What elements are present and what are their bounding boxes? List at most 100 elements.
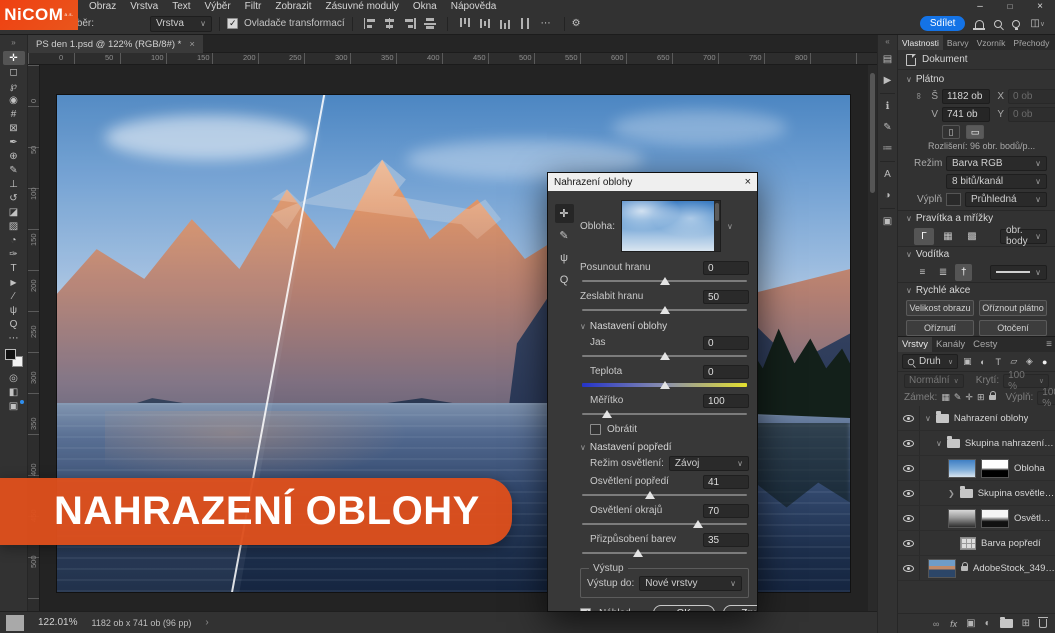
brush-settings-icon[interactable]: ✎ bbox=[879, 119, 896, 136]
slider-thumb[interactable] bbox=[693, 520, 703, 528]
layer-mask-thumbnail[interactable] bbox=[981, 509, 1009, 528]
brush-tool[interactable]: ✎ bbox=[3, 163, 25, 177]
scale-slider[interactable] bbox=[582, 408, 747, 420]
link-layers-icon[interactable]: ∞ bbox=[931, 619, 941, 629]
layer-mask-thumbnail[interactable] bbox=[981, 459, 1009, 478]
lock-pixels-icon[interactable]: ✎ bbox=[954, 392, 962, 403]
filter-toggle-icon[interactable]: ● bbox=[1039, 357, 1051, 367]
delete-layer-icon[interactable] bbox=[1039, 619, 1047, 628]
search-icon[interactable] bbox=[994, 20, 1002, 28]
close-button[interactable]: × bbox=[1025, 0, 1055, 13]
visibility-cell[interactable] bbox=[898, 531, 920, 555]
bit-depth-dropdown[interactable]: 8 bitů/kanál∨ bbox=[946, 174, 1047, 189]
discover-bulb-icon[interactable] bbox=[1012, 20, 1020, 28]
layer-row-osvetleni-popredi[interactable]: Osvětlení popředí bbox=[898, 506, 1055, 531]
lasso-tool[interactable]: ℘ bbox=[3, 79, 25, 93]
tool-presets-icon[interactable]: ≔ bbox=[879, 140, 896, 157]
slider-thumb[interactable] bbox=[633, 549, 643, 557]
frame-tool[interactable]: ⊠ bbox=[3, 121, 25, 135]
chevron-down-icon[interactable]: ∨ bbox=[936, 439, 942, 448]
align-left-icon[interactable] bbox=[364, 18, 376, 29]
info-icon[interactable]: ℹ bbox=[879, 98, 896, 115]
glyphs-icon[interactable]: A bbox=[879, 166, 896, 183]
visibility-cell[interactable] bbox=[898, 556, 920, 580]
filter-image-icon[interactable]: ▣ bbox=[961, 356, 973, 367]
slider-thumb[interactable] bbox=[602, 410, 612, 418]
pixel-grid-toggle-icon[interactable]: ▩ bbox=[962, 228, 982, 245]
rulers-section-header[interactable]: ∨ Pravítka a mřížky bbox=[906, 211, 1047, 226]
height-field[interactable]: 741 ob bbox=[942, 107, 990, 122]
chevron-down-icon[interactable]: ∨ bbox=[727, 222, 733, 231]
layer-row-nahrazeni-oblohy[interactable]: ∨Nahrazení oblohy bbox=[898, 406, 1055, 431]
rotate-button[interactable]: Otočení bbox=[979, 320, 1047, 336]
dialog-sky-brush-tool[interactable]: ✎ bbox=[555, 226, 574, 245]
layer-row-skupina-nahrazeni[interactable]: ∨Skupina nahrazení oblohy bbox=[898, 431, 1055, 456]
smart-guides-toggle-icon[interactable]: ≣ bbox=[935, 264, 952, 281]
flip-checkbox[interactable] bbox=[590, 424, 601, 435]
scrollbar-thumb[interactable] bbox=[870, 73, 875, 193]
color-adjust-field[interactable]: 35 bbox=[703, 533, 749, 547]
ruler-toggle-icon[interactable]: Γ bbox=[914, 228, 934, 245]
dialog-hand-tool[interactable]: ψ bbox=[555, 248, 574, 267]
adjustment-layer-icon[interactable] bbox=[960, 537, 976, 550]
lighting-mode-dropdown[interactable]: Závoj∨ bbox=[669, 456, 749, 471]
add-mask-icon[interactable]: ▣ bbox=[966, 618, 975, 629]
lock-all-icon[interactable] bbox=[989, 395, 996, 400]
filter-adjustment-icon[interactable]: ◐ bbox=[977, 357, 989, 367]
vertical-scrollbar[interactable] bbox=[868, 65, 877, 611]
path-selection-tool[interactable]: ▶ bbox=[3, 275, 25, 289]
new-group-icon[interactable] bbox=[1000, 619, 1013, 628]
fg-light-field[interactable]: 41 bbox=[703, 475, 749, 489]
units-dropdown[interactable]: obr. body∨ bbox=[1000, 229, 1047, 244]
minimize-button[interactable]: – bbox=[965, 0, 995, 13]
slider-thumb[interactable] bbox=[660, 381, 670, 389]
menu-text[interactable]: Text bbox=[165, 1, 197, 12]
orientation-portrait-button[interactable]: ▯ bbox=[942, 125, 960, 139]
tab-cesty[interactable]: Cesty bbox=[969, 337, 1001, 352]
layer-style-icon[interactable]: fx bbox=[950, 619, 957, 629]
layer-thumbnail[interactable] bbox=[948, 459, 976, 478]
edge-fade-field[interactable]: 50 bbox=[703, 290, 749, 304]
auto-select-dropdown[interactable]: Vrstva ∨ bbox=[150, 16, 212, 32]
slider-thumb[interactable] bbox=[660, 277, 670, 285]
tab-close-icon[interactable]: × bbox=[189, 39, 195, 50]
guides-toggle-icon[interactable]: ≡ bbox=[914, 264, 931, 281]
filter-type-icon[interactable]: T bbox=[992, 357, 1004, 367]
fill-dropdown[interactable]: Průhledná∨ bbox=[965, 192, 1047, 207]
blend-mode-dropdown[interactable]: Normální∨ bbox=[904, 374, 964, 388]
status-chevron-icon[interactable]: › bbox=[205, 617, 208, 628]
zoom-level-field[interactable]: 122.01% bbox=[38, 617, 77, 628]
edge-shift-field[interactable]: 0 bbox=[703, 261, 749, 275]
gradient-tool[interactable]: ▨ bbox=[3, 219, 25, 233]
menu-zobrazit[interactable]: Zobrazit bbox=[268, 1, 318, 12]
orientation-landscape-button[interactable]: ▭ bbox=[966, 125, 984, 139]
workspace-gear-icon[interactable]: ⚙ bbox=[572, 18, 581, 29]
histogram-icon[interactable]: ▤ bbox=[879, 51, 896, 68]
menu-filtr[interactable]: Filtr bbox=[238, 1, 269, 12]
healing-brush-tool[interactable]: ⊕ bbox=[3, 149, 25, 163]
clone-stamp-tool[interactable]: ⊥ bbox=[3, 177, 25, 191]
menu-okna[interactable]: Okna bbox=[406, 1, 444, 12]
edge-light-slider[interactable] bbox=[582, 518, 747, 530]
visibility-cell[interactable] bbox=[898, 406, 920, 430]
slider-thumb[interactable] bbox=[660, 306, 670, 314]
libraries-icon[interactable]: ▣ bbox=[879, 213, 896, 230]
more-options-icon[interactable]: ⋯ bbox=[541, 18, 551, 29]
layer-row-barva-popredi[interactable]: Barva popředí bbox=[898, 531, 1055, 556]
adjustment-layer-button-icon[interactable]: ◐ bbox=[985, 618, 991, 629]
link-dimensions-icon[interactable]: ∞ bbox=[914, 91, 924, 101]
lock-transparency-icon[interactable]: ▦ bbox=[941, 392, 950, 403]
tab-vlastnosti[interactable]: Vlastnosti bbox=[898, 35, 943, 50]
history-brush-tool[interactable]: ↺ bbox=[3, 191, 25, 205]
layer-thumbnail[interactable] bbox=[928, 559, 956, 578]
actions-icon[interactable]: ▶ bbox=[879, 72, 896, 89]
menu-vrstva[interactable]: Vrstva bbox=[123, 1, 165, 12]
sky-preset-thumbnail[interactable] bbox=[621, 200, 721, 252]
canvas-section-header[interactable]: ∨ Plátno bbox=[906, 72, 1047, 87]
slider-thumb[interactable] bbox=[660, 352, 670, 360]
share-button[interactable]: Sdílet bbox=[920, 16, 966, 31]
visibility-cell[interactable] bbox=[898, 431, 920, 455]
dodge-tool[interactable]: ◔ bbox=[3, 233, 25, 247]
filter-shape-icon[interactable]: ▱ bbox=[1008, 356, 1020, 367]
temperature-slider[interactable] bbox=[582, 379, 747, 391]
